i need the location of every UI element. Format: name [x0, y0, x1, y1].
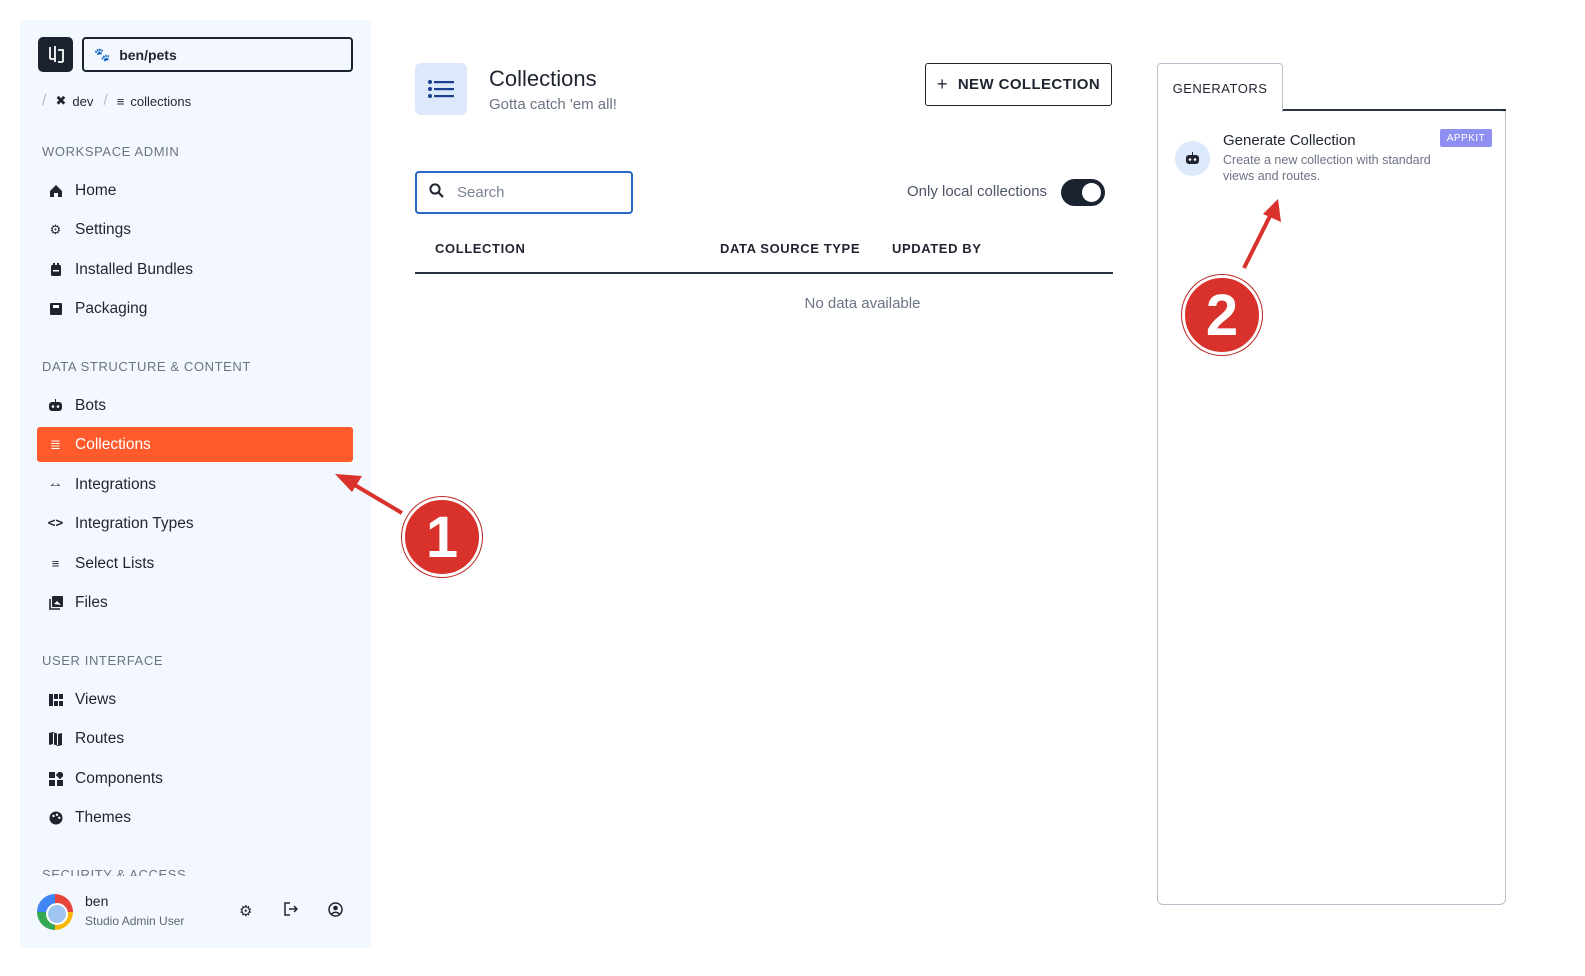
sidebar-item-label: Settings — [75, 220, 132, 238]
sidebar-item-collections[interactable]: ≣ Collections — [37, 427, 353, 462]
sidebar-item-installed-bundles[interactable]: Installed Bundles — [37, 252, 353, 287]
breadcrumb-separator: / — [103, 92, 108, 109]
sidebar-item-home[interactable]: Home — [37, 173, 353, 208]
column-header-updated-by[interactable]: UPDATED BY — [892, 241, 982, 256]
section-data-structure: DATA STRUCTURE & CONTENT — [42, 359, 251, 374]
bot-icon — [1175, 141, 1210, 176]
collections-header-icon — [415, 63, 467, 115]
generator-description: Create a new collection with standard vi… — [1223, 153, 1431, 183]
components-icon — [47, 770, 64, 787]
sidebar-item-label: Components — [75, 769, 163, 787]
list-icon: ≣ — [50, 436, 61, 452]
account-icon[interactable] — [328, 902, 343, 921]
user-role: Studio Admin User — [85, 914, 185, 928]
gear-icon[interactable]: ⚙ — [239, 902, 252, 920]
files-icon — [47, 594, 64, 611]
sidebar-item-label: Collections — [75, 435, 151, 453]
section-workspace-admin: WORKSPACE ADMIN — [42, 144, 180, 159]
bot-icon — [47, 397, 64, 414]
palette-icon — [47, 809, 64, 826]
column-header-collection[interactable]: COLLECTION — [435, 241, 526, 256]
plug-icon: ⥎ — [50, 476, 61, 492]
sidebar-item-label: Integration Types — [75, 514, 194, 532]
sidebar-item-components[interactable]: Components — [37, 761, 353, 796]
section-user-interface: USER INTERFACE — [42, 653, 164, 668]
sidebar-item-select-lists[interactable]: ≡ Select Lists — [37, 546, 353, 581]
callout-badge-1: 1 — [402, 497, 482, 577]
views-icon — [47, 691, 64, 708]
sidebar-item-label: Views — [75, 690, 117, 708]
logo-icon — [48, 45, 64, 63]
page-title: Collections — [489, 66, 597, 91]
callout-badge-2: 2 — [1182, 275, 1262, 355]
tab-generators[interactable]: GENERATORS — [1157, 63, 1283, 112]
sidebar: 🐾 ben/pets / ✖ dev / ≡ collections WORKS… — [20, 20, 371, 948]
search-field[interactable] — [415, 171, 633, 214]
map-icon — [47, 730, 64, 747]
logout-icon[interactable] — [284, 902, 299, 920]
gear-icon: ⚙ — [49, 221, 62, 237]
package-icon — [47, 300, 64, 317]
sidebar-item-label: Themes — [75, 808, 131, 826]
sidebar-item-themes[interactable]: Themes — [37, 800, 353, 835]
sidebar-item-label: Select Lists — [75, 554, 155, 572]
appkit-badge: APPKIT — [1440, 129, 1492, 147]
breadcrumb-env[interactable]: dev — [72, 94, 93, 109]
generators-panel — [1157, 110, 1506, 905]
column-header-data-source-type[interactable]: DATA SOURCE TYPE — [720, 241, 860, 256]
sidebar-item-label: Home — [75, 181, 117, 199]
search-icon — [429, 183, 444, 202]
sidebar-item-label: Integrations — [75, 475, 156, 493]
sidebar-item-settings[interactable]: ⚙ Settings — [37, 212, 353, 247]
local-toggle-label: Only local collections — [907, 183, 1048, 200]
sidebar-item-label: Packaging — [75, 299, 148, 317]
workspace-selector[interactable]: 🐾 ben/pets — [82, 37, 353, 72]
new-collection-button[interactable]: + NEW COLLECTION — [925, 63, 1112, 106]
workspace-name: ben/pets — [119, 46, 177, 63]
checklist-icon: ≡ — [51, 556, 60, 571]
list-icon: ≡ — [116, 93, 125, 109]
home-icon — [47, 182, 64, 199]
sidebar-item-integrations[interactable]: ⥎ Integrations — [37, 467, 353, 502]
new-collection-label: NEW COLLECTION — [957, 76, 1101, 93]
sidebar-item-label: Bots — [75, 396, 107, 414]
sidebar-item-label: Routes — [75, 729, 125, 747]
search-input[interactable] — [457, 184, 607, 201]
user-area: ben Studio Admin User ⚙ — [20, 876, 371, 948]
user-name: ben — [85, 893, 109, 909]
tools-icon: ✖ — [55, 93, 67, 108]
table-header-divider — [415, 272, 1113, 274]
local-collections-toggle[interactable] — [1061, 179, 1105, 206]
plus-icon: + — [936, 74, 948, 94]
sidebar-item-files[interactable]: Files — [37, 585, 353, 620]
sidebar-item-bots[interactable]: Bots — [37, 388, 353, 423]
sidebar-item-routes[interactable]: Routes — [37, 721, 353, 756]
breadcrumb-separator: / — [42, 92, 47, 109]
tab-divider — [1282, 109, 1506, 111]
paw-icon: 🐾 — [94, 46, 111, 62]
generator-title[interactable]: Generate Collection — [1223, 132, 1356, 149]
sidebar-item-integration-types[interactable]: <> Integration Types — [37, 506, 353, 541]
bundle-icon — [47, 261, 64, 278]
sidebar-item-packaging[interactable]: Packaging — [37, 291, 353, 326]
app-logo[interactable] — [38, 37, 73, 72]
sidebar-item-label: Installed Bundles — [75, 260, 194, 278]
breadcrumb: / ✖ dev / ≡ collections — [42, 92, 191, 110]
breadcrumb-page[interactable]: collections — [130, 94, 191, 109]
sidebar-item-views[interactable]: Views — [37, 682, 353, 717]
sidebar-item-label: Files — [75, 593, 108, 611]
page-subtitle: Gotta catch 'em all! — [489, 96, 617, 113]
avatar[interactable] — [37, 894, 73, 930]
code-icon: <> — [47, 516, 64, 531]
